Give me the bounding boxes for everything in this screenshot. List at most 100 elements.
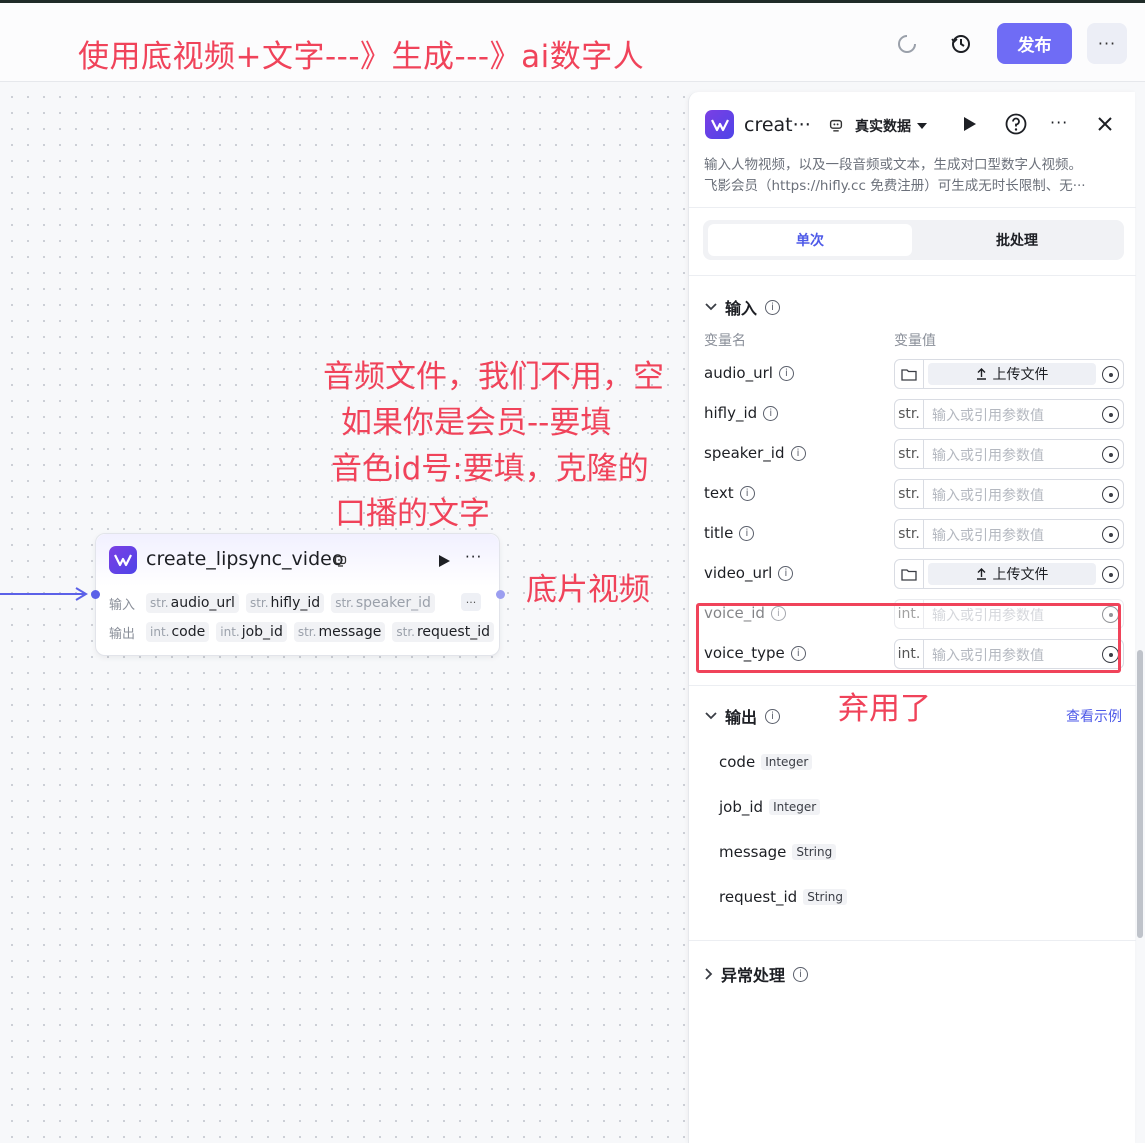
folder-icon[interactable]	[895, 560, 924, 588]
panel-description-line1: 输入人物视频，以及一段音频或文本，生成对口型数字人视频。	[704, 157, 1082, 173]
error-handling-section-header[interactable]: 异常处理 i	[705, 962, 809, 986]
run-node-icon[interactable]	[437, 553, 451, 572]
info-icon: i	[765, 299, 781, 315]
divider	[689, 940, 1136, 941]
output-item: message String	[719, 843, 837, 861]
upload-icon	[976, 368, 986, 380]
node-inputs-more-button[interactable]: ···	[461, 593, 481, 611]
folder-icon[interactable]	[895, 360, 924, 388]
output-section-title: 输出	[725, 708, 758, 727]
type-badge: str.	[895, 520, 924, 548]
reference-variable-icon[interactable]	[1102, 406, 1119, 423]
reference-variable-icon[interactable]	[1102, 446, 1119, 463]
node-input-label: 输入	[109, 597, 136, 613]
info-icon: i	[778, 365, 794, 381]
input-placeholder[interactable]: 输入或引用参数值	[932, 445, 1044, 465]
type-badge: str.	[895, 480, 924, 508]
type-badge: str.	[895, 440, 924, 468]
plugin-badge-icon	[334, 553, 347, 572]
text-input[interactable]: str. 输入或引用参数值	[894, 479, 1124, 509]
close-icon[interactable]	[1097, 116, 1113, 136]
output-port[interactable]	[496, 590, 505, 599]
info-icon: i	[739, 525, 755, 541]
app-logo-icon	[705, 110, 734, 139]
node-input-chip: str. audio_url	[146, 593, 239, 613]
error-section-title: 异常处理	[721, 966, 786, 985]
node-outputs-row: 输出 int. code int. job_id str. message str. r…	[109, 622, 494, 642]
annotation-text: 口播的文字	[335, 496, 490, 532]
input-port[interactable]	[91, 590, 100, 599]
param-row-speaker-id: speaker_id i str. 输入或引用参数值	[704, 439, 1124, 469]
input-section-title: 输入	[725, 299, 758, 318]
annotation-title: 使用底视频+文字---》生成---》ai数字人	[78, 39, 645, 75]
divider	[689, 275, 1136, 276]
output-section-header[interactable]: 输出 i	[705, 704, 781, 728]
param-name: audio_url	[704, 364, 773, 382]
output-item: request_id String	[719, 888, 848, 906]
app-logo-icon	[109, 546, 137, 574]
param-row-audio-url: audio_url i 上传文件	[704, 359, 1124, 389]
node-input-chip: str. hifly_id	[245, 593, 325, 613]
title-input[interactable]: str. 输入或引用参数值	[894, 519, 1124, 549]
node-output-chip: str. request_id	[392, 622, 494, 642]
reference-variable-icon[interactable]	[1102, 366, 1119, 383]
annotation-deprecated: 弃用了	[838, 691, 931, 727]
divider	[689, 207, 1136, 208]
panel-more-button[interactable]: ···	[1050, 113, 1068, 132]
incoming-connector	[0, 587, 88, 601]
more-options-button[interactable]: ···	[1087, 23, 1127, 64]
reference-variable-icon[interactable]	[1102, 526, 1119, 543]
output-item: code Integer	[719, 753, 813, 771]
chevron-down-icon	[705, 712, 717, 720]
input-section-header[interactable]: 输入 i	[705, 295, 781, 319]
view-example-link[interactable]: 查看示例	[1066, 706, 1122, 726]
param-name: text	[704, 484, 734, 502]
annotation-member: 如果你是会员--要填	[341, 405, 612, 441]
plugin-node[interactable]: create_lipsync_video ··· 输入 str. audio_ur…	[95, 533, 500, 656]
reference-variable-icon[interactable]	[1102, 566, 1119, 583]
data-mode-dropdown[interactable]: 真实数据	[829, 116, 927, 136]
input-placeholder[interactable]: 输入或引用参数值	[932, 405, 1044, 425]
node-output-chip: int. code	[146, 622, 210, 642]
tab-batch[interactable]: 批处理	[915, 224, 1119, 256]
help-icon[interactable]	[1005, 113, 1027, 139]
upload-file-button[interactable]: 上传文件	[928, 363, 1096, 385]
speaker-id-input[interactable]: str. 输入或引用参数值	[894, 439, 1124, 469]
history-icon[interactable]	[946, 29, 976, 59]
upload-file-button[interactable]: 上传文件	[928, 563, 1096, 585]
info-icon: i	[739, 485, 755, 501]
info-icon: i	[765, 708, 781, 724]
audio-url-input[interactable]: 上传文件	[894, 359, 1124, 389]
output-item: job_id Integer	[719, 798, 821, 816]
node-output-chip: str. message	[293, 622, 386, 642]
input-placeholder[interactable]: 输入或引用参数值	[932, 525, 1044, 545]
panel-scrollbar[interactable]	[1137, 650, 1143, 938]
caret-down-icon	[917, 123, 927, 129]
info-icon: i	[793, 966, 809, 982]
run-icon[interactable]	[963, 116, 977, 136]
info-icon: i	[778, 565, 794, 581]
hifly-id-input[interactable]: str. 输入或引用参数值	[894, 399, 1124, 429]
reference-variable-icon[interactable]	[1102, 486, 1119, 503]
param-row-title: title i str. 输入或引用参数值	[704, 519, 1124, 549]
node-title: create_lipsync_video	[146, 548, 344, 570]
node-more-button[interactable]: ···	[465, 548, 482, 566]
data-mode-label: 真实数据	[855, 119, 911, 135]
loading-spinner-icon[interactable]	[892, 29, 922, 59]
info-icon: i	[790, 445, 806, 461]
plugin-badge-icon	[829, 119, 843, 132]
node-output-label: 输出	[109, 626, 136, 642]
run-mode-tabs: 单次 批处理	[703, 220, 1124, 260]
upload-icon	[976, 568, 986, 580]
input-placeholder[interactable]: 输入或引用参数值	[932, 485, 1044, 505]
node-inputs-row: 输入 str. audio_url str. hifly_id str. speake…	[109, 593, 435, 613]
publish-button[interactable]: 发布	[997, 23, 1072, 64]
param-name: title	[704, 524, 734, 542]
deprecated-highlight-box	[696, 603, 1121, 673]
panel-title: creat···	[744, 114, 811, 136]
column-var-value: 变量值	[894, 333, 936, 349]
annotation-speaker: 音色id号:要填，克隆的	[331, 451, 649, 487]
param-row-hifly-id: hifly_id i str. 输入或引用参数值	[704, 399, 1124, 429]
tab-single[interactable]: 单次	[708, 224, 912, 256]
video-url-input[interactable]: 上传文件	[894, 559, 1124, 589]
